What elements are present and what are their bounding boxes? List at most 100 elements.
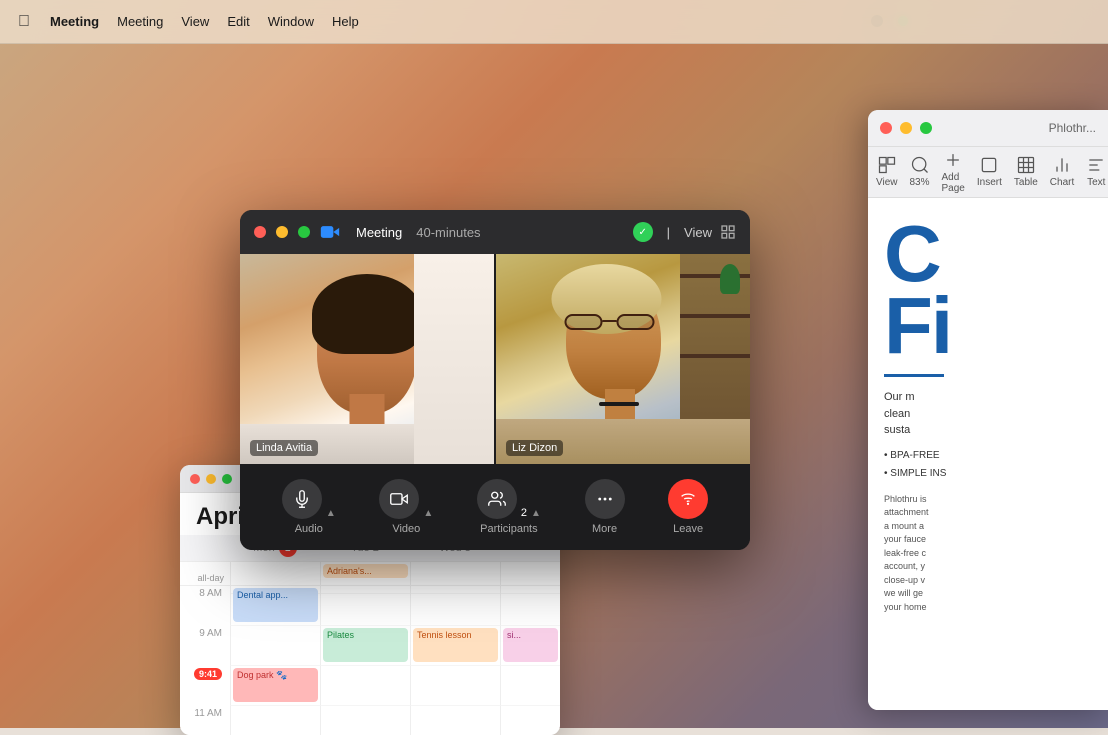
audio-control[interactable]: ▲ Audio — [282, 479, 336, 535]
view-label: View — [876, 177, 898, 188]
menu-meeting[interactable]: Meeting — [117, 14, 163, 29]
zoom-controls: ▲ Audio ▲ Video 2 ▲ Participants — [240, 464, 750, 550]
pages-divider — [884, 374, 944, 377]
view-toolbar-item[interactable]: View — [876, 155, 898, 188]
cal-11am-label: 11 AM — [180, 706, 230, 735]
chart-label: Chart — [1050, 177, 1074, 188]
menu-edit[interactable]: Edit — [227, 14, 249, 29]
zoom-timer: 40-minutes — [416, 225, 480, 240]
menubar:  Meeting Meeting View Edit Window Help — [0, 0, 1108, 44]
more-label: More — [592, 523, 617, 535]
audio-chevron[interactable]: ▲ — [326, 508, 336, 519]
table-label: Table — [1014, 177, 1038, 188]
more-control[interactable]: More — [585, 479, 625, 535]
window-title: Phlothr... — [1049, 121, 1096, 135]
participants-label: Participants — [480, 523, 537, 535]
pages-bullet-1: • BPA-FREE — [884, 447, 1092, 465]
video-control[interactable]: ▲ Video — [379, 479, 433, 535]
pages-big-letter: CFi — [884, 218, 1092, 362]
zoom-meeting-title: Meeting — [356, 225, 402, 240]
cal-8am-mon: Dental app... — [230, 586, 320, 626]
cal-10am-label: 9:41 — [180, 666, 230, 698]
cal-11am-tue — [320, 706, 410, 735]
participant-name-liz: Liz Dizon — [506, 440, 563, 456]
cal-pilates-event[interactable]: Pilates — [323, 628, 408, 662]
pages-subtitle: Our mcleansusta — [884, 389, 1092, 439]
apple-menu[interactable]:  — [16, 14, 32, 30]
insert-toolbar-item[interactable]: Insert — [977, 155, 1002, 188]
zoom-icon — [320, 222, 340, 242]
cal-allday-event-label: Adriana's... — [327, 566, 372, 576]
cal-close-button[interactable] — [190, 474, 200, 484]
participants-control[interactable]: 2 ▲ Participants — [477, 479, 541, 535]
zoom-grid-icon[interactable] — [720, 224, 736, 240]
cal-10am-tue — [320, 666, 410, 706]
zoom-toolbar-item[interactable]: 83% — [910, 155, 930, 188]
leave-label: Leave — [673, 523, 703, 535]
leave-button-icon[interactable] — [668, 479, 708, 519]
pages-titlebar: Phlothr... — [868, 110, 1108, 146]
cal-allday-event[interactable]: Adriana's... — [323, 564, 408, 578]
cal-dental-event[interactable]: Dental app... — [233, 588, 318, 622]
pages-body: Phlothru isattachmenta mount ayour fauce… — [884, 493, 1092, 615]
table-toolbar-item[interactable]: Table — [1014, 155, 1038, 188]
cal-dogpark-event[interactable]: Dog park 🐾 — [233, 668, 318, 702]
participant-video-liz: Liz Dizon — [496, 254, 750, 464]
zoom-participants: Linda Avitia — [240, 254, 750, 464]
zoom-minimize-button[interactable] — [276, 226, 288, 238]
cal-11am-mon — [230, 706, 320, 735]
menu-window[interactable]: Window — [268, 14, 314, 29]
participant-name-linda: Linda Avitia — [250, 440, 318, 456]
insert-label: Insert — [977, 177, 1002, 188]
zoom-close-button[interactable] — [254, 226, 266, 238]
minimize-button[interactable] — [900, 122, 912, 134]
cal-current-time: 9:41 — [194, 668, 222, 680]
chart-toolbar-item[interactable]: Chart — [1050, 155, 1074, 188]
cal-time-spacer — [180, 539, 230, 557]
pages-content: CFi Our mcleansusta • BPA-FREE • SIMPLE … — [868, 198, 1108, 710]
cal-8am-extra — [500, 586, 560, 626]
cal-9am-label: 9 AM — [180, 626, 230, 658]
cal-tennis-event[interactable]: Tennis lesson — [413, 628, 498, 662]
cal-9am-wed: Tennis lesson — [410, 626, 500, 666]
audio-button-icon[interactable] — [282, 479, 322, 519]
pages-window: Phlothr... View 83% Add Page Insert Tabl… — [868, 110, 1108, 710]
zoom-label: 83% — [910, 177, 930, 188]
video-button-icon[interactable] — [379, 479, 419, 519]
zoom-window: Meeting 40-minutes ✓ | View — [240, 210, 750, 550]
add-page-toolbar-item[interactable]: Add Page — [942, 150, 965, 194]
cal-8am-tue — [320, 586, 410, 626]
maximize-button[interactable] — [920, 122, 932, 134]
cal-9am-tue: Pilates — [320, 626, 410, 666]
cal-minimize-button[interactable] — [206, 474, 216, 484]
more-button-icon[interactable] — [585, 479, 625, 519]
participants-chevron[interactable]: ▲ — [531, 508, 541, 519]
close-button[interactable] — [880, 122, 892, 134]
menu-view[interactable]: View — [181, 14, 209, 29]
menu-help[interactable]: Help — [332, 14, 359, 29]
audio-label: Audio — [295, 523, 323, 535]
pages-toolbar-row: View 83% Add Page Insert Table Chart — [868, 146, 1108, 197]
video-label: Video — [392, 523, 420, 535]
cal-11am-wed — [410, 706, 500, 735]
cal-maximize-button[interactable] — [222, 474, 232, 484]
pages-toolbar: Phlothr... View 83% Add Page Insert Tabl… — [868, 110, 1108, 198]
text-toolbar-item[interactable]: Text — [1086, 155, 1106, 188]
pages-bullet-2: • SIMPLE INS — [884, 465, 1092, 483]
cal-extra-event[interactable]: si... — [503, 628, 558, 662]
video-chevron[interactable]: ▲ — [423, 508, 433, 519]
cal-10am-extra — [500, 666, 560, 706]
app-name[interactable]: Meeting — [50, 14, 99, 29]
cal-allday-row: all-day Adriana's... — [180, 562, 560, 586]
zoom-titlebar: Meeting 40-minutes ✓ | View — [240, 210, 750, 254]
cal-10am-mon: Dog park 🐾 — [230, 666, 320, 706]
participant-video-linda: Linda Avitia — [240, 254, 496, 464]
participants-button-icon[interactable] — [477, 479, 517, 519]
cal-8am-label: 8 AM — [180, 586, 230, 618]
leave-control[interactable]: Leave — [668, 479, 708, 535]
zoom-view-label[interactable]: View — [684, 225, 712, 240]
cal-9am-mon — [230, 626, 320, 666]
add-page-label: Add Page — [942, 172, 965, 194]
cal-10am-wed — [410, 666, 500, 706]
zoom-maximize-button[interactable] — [298, 226, 310, 238]
